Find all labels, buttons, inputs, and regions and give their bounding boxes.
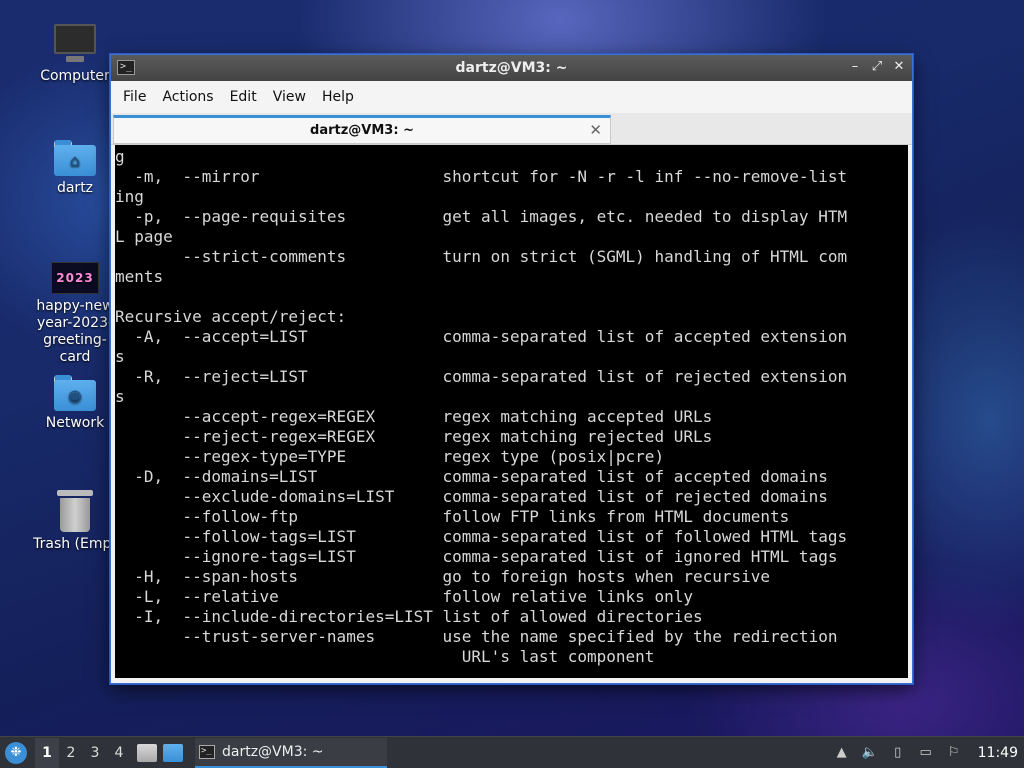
terminal-icon: >_ bbox=[199, 744, 215, 759]
tab-label: dartz@VM3: ~ bbox=[310, 123, 414, 138]
workspace-3[interactable]: 3 bbox=[83, 738, 107, 768]
trash-icon bbox=[57, 490, 93, 532]
terminal-line: --follow-tags=LIST comma-separated list … bbox=[115, 527, 848, 546]
terminal-window[interactable]: >_ dartz@VM3: ~ – ⤢ ✕ File Actions Edit … bbox=[110, 54, 913, 684]
menu-edit[interactable]: Edit bbox=[222, 81, 265, 113]
menu-file[interactable]: File bbox=[115, 81, 154, 113]
window-titlebar[interactable]: >_ dartz@VM3: ~ – ⤢ ✕ bbox=[111, 55, 912, 81]
terminal-line: -p, --page-requisites get all images, et… bbox=[115, 207, 848, 226]
system-tray: ▲ 🔈 ▯ ▭ ⚐ 11:49 bbox=[834, 737, 1024, 768]
terminal-line: -I, --include-directories=LIST list of a… bbox=[115, 607, 703, 626]
terminal-icon: >_ bbox=[117, 60, 135, 75]
terminal-line: -L, --relative follow relative links onl… bbox=[115, 587, 693, 606]
window-title: dartz@VM3: ~ bbox=[455, 60, 568, 76]
maximize-button[interactable]: ⤢ bbox=[870, 59, 884, 75]
terminal-line: ing bbox=[115, 187, 144, 206]
terminal-line: s bbox=[115, 387, 125, 406]
tab-close-icon[interactable]: ✕ bbox=[589, 121, 602, 139]
terminal-line: URL's last component bbox=[115, 647, 655, 666]
terminal-line: --reject-regex=REGEX regex matching reje… bbox=[115, 427, 713, 446]
menu-help[interactable]: Help bbox=[314, 81, 362, 113]
tab-terminal[interactable]: dartz@VM3: ~ ✕ bbox=[113, 115, 611, 144]
terminal-line: --regex-type=TYPE regex type (posix|pcre… bbox=[115, 447, 665, 466]
taskbar: ❉ 1 2 3 4 >_ dartz@VM3: ~ ▲ 🔈 ▯ ▭ ⚐ 11:4… bbox=[0, 736, 1024, 768]
minimize-button[interactable]: – bbox=[848, 59, 862, 75]
terminal-line: --strict-comments turn on strict (SGML) … bbox=[115, 247, 848, 266]
taskbar-item-label: dartz@VM3: ~ bbox=[222, 743, 324, 760]
terminal-line: -A, --accept=LIST comma-separated list o… bbox=[115, 327, 848, 346]
terminal-line: s bbox=[115, 347, 125, 366]
image-thumbnail-icon: 2023 bbox=[51, 262, 99, 294]
clock[interactable]: 11:49 bbox=[978, 745, 1018, 761]
workspace-switcher: 1 2 3 4 bbox=[35, 737, 131, 768]
upload-icon[interactable]: ▲ bbox=[834, 745, 850, 761]
terminal-line: --follow-ftp follow FTP links from HTML … bbox=[115, 507, 790, 526]
clipboard-icon[interactable]: ▯ bbox=[890, 745, 906, 761]
terminal-line: g bbox=[115, 147, 125, 166]
file-manager-launcher-icon[interactable] bbox=[137, 743, 157, 762]
menu-bar: File Actions Edit View Help bbox=[111, 81, 912, 113]
terminal-line: --trust-server-names use the name specif… bbox=[115, 627, 838, 646]
workspace-4[interactable]: 4 bbox=[107, 738, 131, 768]
network-folder-icon: ◉ bbox=[54, 375, 96, 411]
volume-icon[interactable]: 🔈 bbox=[862, 745, 878, 761]
display-icon[interactable]: ▭ bbox=[918, 745, 934, 761]
terminal-line: -H, --span-hosts go to foreign hosts whe… bbox=[115, 567, 771, 586]
terminal-line: -m, --mirror shortcut for -N -r -l inf -… bbox=[115, 167, 848, 186]
home-folder-icon: ⌂ bbox=[54, 140, 96, 176]
terminal-line: --accept-regex=REGEX regex matching acce… bbox=[115, 407, 713, 426]
terminal-line: --ignore-tags=LIST comma-separated list … bbox=[115, 547, 838, 566]
folder-launcher-icon[interactable] bbox=[163, 743, 183, 762]
terminal-line: Recursive accept/reject: bbox=[115, 307, 347, 326]
computer-icon bbox=[54, 24, 96, 64]
terminal-line: ments bbox=[115, 267, 164, 286]
terminal-line: -R, --reject=LIST comma-separated list o… bbox=[115, 367, 848, 386]
workspace-2[interactable]: 2 bbox=[59, 738, 83, 768]
app-menu-icon[interactable]: ❉ bbox=[5, 741, 27, 764]
terminal-line: L page bbox=[115, 227, 173, 246]
terminal-line: --exclude-domains=LIST comma-separated l… bbox=[115, 487, 828, 506]
tab-bar: dartz@VM3: ~ ✕ bbox=[111, 113, 912, 145]
terminal-line: -D, --domains=LIST comma-separated list … bbox=[115, 467, 828, 486]
terminal-output[interactable]: g -m, --mirror shortcut for -N -r -l inf… bbox=[115, 145, 908, 678]
menu-actions[interactable]: Actions bbox=[154, 81, 221, 113]
menu-view[interactable]: View bbox=[265, 81, 314, 113]
workspace-1[interactable]: 1 bbox=[35, 737, 59, 768]
network-status-icon[interactable]: ⚐ bbox=[946, 745, 962, 761]
close-button[interactable]: ✕ bbox=[892, 59, 906, 75]
taskbar-item-terminal[interactable]: >_ dartz@VM3: ~ bbox=[195, 737, 387, 768]
